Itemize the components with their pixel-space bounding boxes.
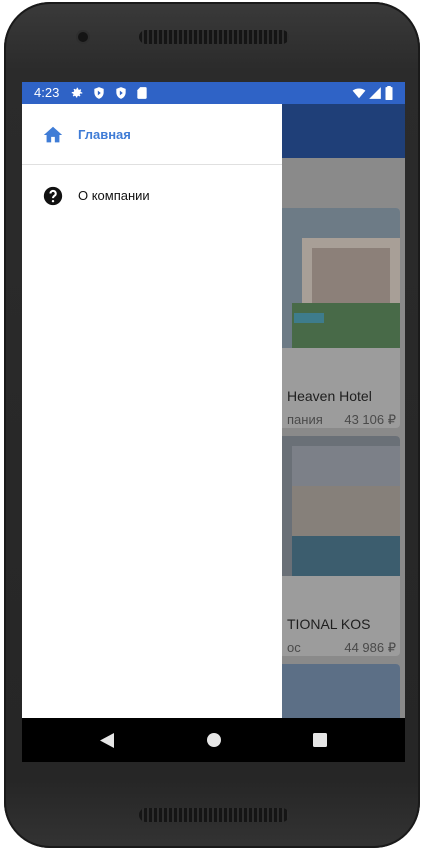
battery-icon	[385, 86, 393, 100]
gear-icon	[71, 87, 83, 98]
top-speaker-grill	[139, 30, 289, 44]
bottom-speaker-grill	[139, 808, 289, 822]
sd-card-icon	[137, 87, 147, 99]
home-icon	[43, 126, 63, 143]
status-time: 4:23	[34, 85, 60, 100]
hotel-location: пания	[287, 412, 323, 427]
hotel-name: Heaven Hotel	[287, 388, 372, 404]
help-circle-icon	[43, 186, 63, 206]
drawer-item-label: Главная	[78, 127, 131, 142]
back-icon[interactable]	[100, 733, 114, 748]
wifi-icon	[352, 88, 366, 99]
drawer-item-home[interactable]: Главная	[22, 104, 282, 164]
front-camera	[78, 32, 88, 42]
hotel-price: 44 986 ₽	[344, 640, 396, 655]
screen: 4:23 Heaven Hotel пания 43 106 ₽ TIONAL …	[22, 82, 405, 762]
shield-icon	[116, 87, 126, 99]
hotel-name: TIONAL KOS	[287, 616, 371, 632]
status-bar: 4:23	[22, 82, 405, 104]
shield-icon	[94, 87, 104, 99]
hotel-location: ос	[287, 640, 301, 655]
navigation-drawer: Главная О компании	[22, 104, 282, 718]
drawer-item-about[interactable]: О компании	[22, 165, 282, 225]
home-circle-icon[interactable]	[207, 733, 221, 747]
phone-frame: 4:23 Heaven Hotel пания 43 106 ₽ TIONAL …	[4, 2, 420, 848]
system-nav-bar	[22, 718, 405, 762]
hotel-price: 43 106 ₽	[344, 412, 396, 427]
drawer-item-label: О компании	[78, 188, 150, 203]
recents-square-icon[interactable]	[313, 733, 327, 747]
signal-icon	[369, 87, 381, 99]
